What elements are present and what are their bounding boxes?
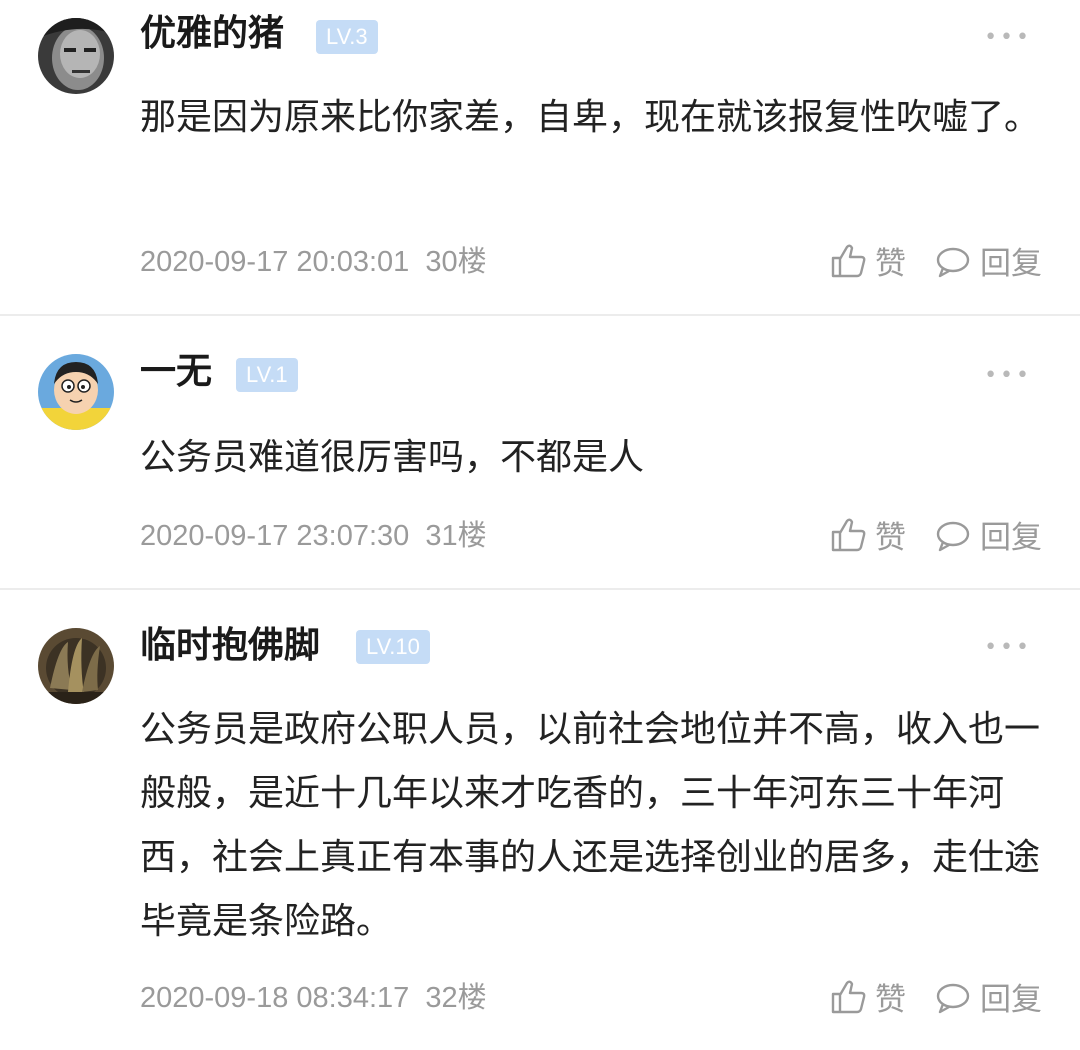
- level-badge: LV.1: [236, 358, 298, 392]
- comment-meta: 2020-09-17 23:07:30 31楼: [140, 512, 487, 554]
- username[interactable]: 一无: [140, 350, 212, 394]
- level-badge: LV.3: [316, 20, 378, 54]
- like-button[interactable]: 赞: [829, 238, 906, 283]
- comment-item: 一无 LV.1 ••• 公务员难道很厉害吗，不都是人 2020-09-17 23…: [0, 316, 1080, 588]
- more-options-button[interactable]: •••: [984, 635, 1032, 660]
- floor-number: 30楼: [425, 246, 487, 278]
- comment-text: 公务员是政府公职人员，以前社会地位并不高，收入也一般般，是近十几年以来才吃香的，…: [140, 709, 1041, 942]
- ellipsis-icon: •••: [984, 25, 1032, 50]
- like-label: 赞: [875, 246, 906, 282]
- comment-meta: 2020-09-17 20:03:01 30楼: [140, 238, 487, 280]
- speech-bubble-icon: [936, 247, 970, 277]
- ellipsis-icon: •••: [984, 635, 1032, 660]
- like-button[interactable]: 赞: [829, 974, 906, 1019]
- more-options-button[interactable]: •••: [984, 25, 1032, 50]
- more-options-button[interactable]: •••: [984, 363, 1032, 388]
- timestamp: 2020-09-17 23:07:30: [140, 520, 410, 552]
- timestamp: 2020-09-18 08:34:17: [140, 982, 410, 1014]
- comment-meta: 2020-09-18 08:34:17 32楼: [140, 974, 487, 1016]
- comment-text: 那是因为原来比你家差，自卑，现在就该报复性吹嘘了。: [140, 97, 1041, 138]
- avatar[interactable]: [38, 18, 114, 94]
- comment-item: 临时抱佛脚 LV.10 ••• 公务员是政府公职人员，以前社会地位并不高，收入也…: [0, 590, 1080, 1050]
- reply-label: 回复: [980, 520, 1042, 556]
- floor-number: 31楼: [425, 520, 487, 552]
- floor-number: 32楼: [425, 982, 487, 1014]
- comment-actions: 赞 回复: [829, 512, 1042, 557]
- thumbs-up-icon: [831, 244, 866, 277]
- username[interactable]: 优雅的猪: [140, 12, 284, 56]
- username[interactable]: 临时抱佛脚: [140, 624, 320, 668]
- comment-item: 优雅的猪 LV.3 ••• 那是因为原来比你家差，自卑，现在就该报复性吹嘘了。 …: [0, 0, 1080, 314]
- like-label: 赞: [875, 982, 906, 1018]
- level-badge: LV.10: [356, 630, 430, 664]
- thumbs-up-icon: [831, 980, 866, 1013]
- speech-bubble-icon: [936, 521, 970, 551]
- thumbs-up-icon: [831, 518, 866, 551]
- comment-actions: 赞 回复: [829, 238, 1042, 283]
- avatar[interactable]: [38, 628, 114, 704]
- reply-button[interactable]: 回复: [934, 974, 1042, 1019]
- reply-button[interactable]: 回复: [934, 238, 1042, 283]
- reply-button[interactable]: 回复: [934, 512, 1042, 557]
- like-label: 赞: [875, 520, 906, 556]
- reply-label: 回复: [980, 982, 1042, 1018]
- timestamp: 2020-09-17 20:03:01: [140, 246, 410, 278]
- comment-actions: 赞 回复: [829, 974, 1042, 1019]
- avatar[interactable]: [38, 354, 114, 430]
- speech-bubble-icon: [936, 983, 970, 1013]
- ellipsis-icon: •••: [984, 363, 1032, 388]
- like-button[interactable]: 赞: [829, 512, 906, 557]
- comment-text: 公务员难道很厉害吗，不都是人: [140, 437, 645, 478]
- reply-label: 回复: [980, 246, 1042, 282]
